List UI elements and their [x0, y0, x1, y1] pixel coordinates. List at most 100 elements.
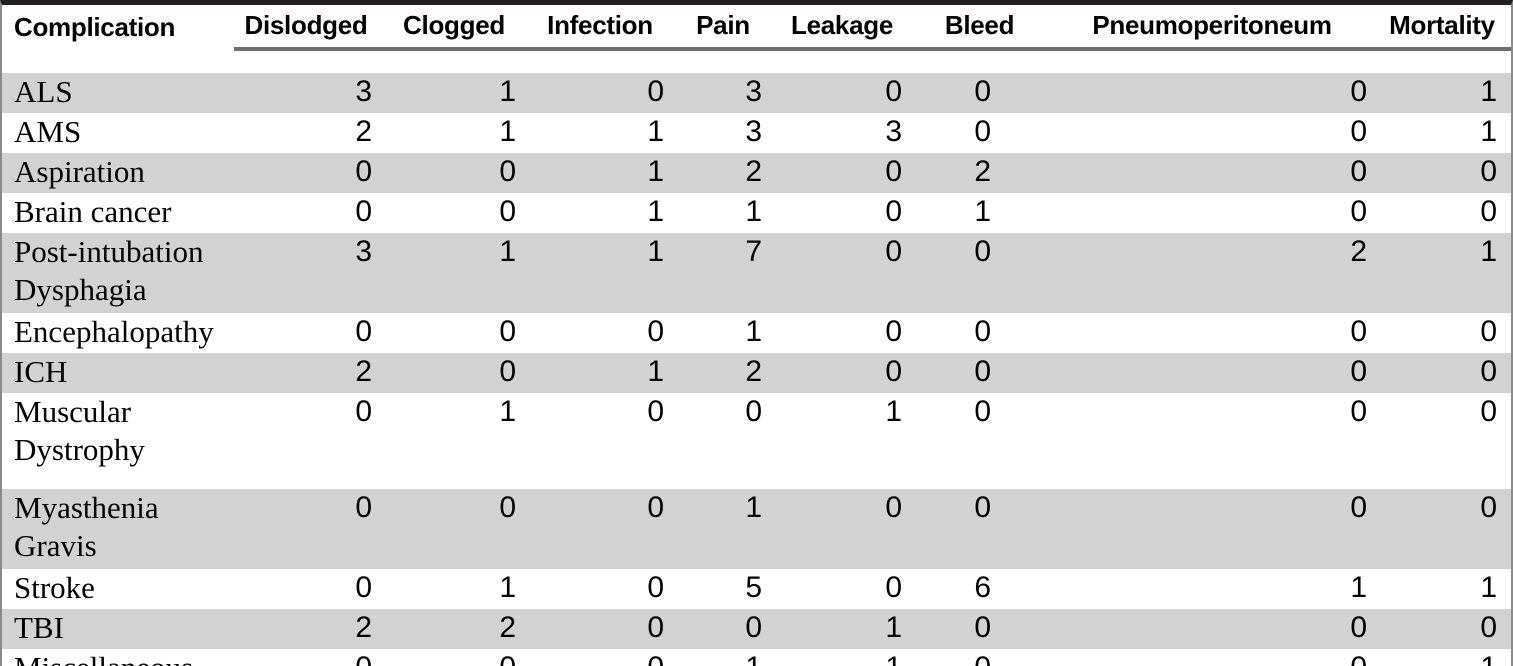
data-cell: 0 [234, 153, 386, 193]
row-label-line: Dysphagia [14, 272, 147, 307]
row-label-line: Miscellaneous [14, 649, 234, 666]
data-cell: 0 [530, 569, 678, 609]
column-header-pain: Pain [678, 5, 776, 51]
data-cell: 1 [530, 233, 678, 313]
table-row: AMS 2 1 1 3 3 0 0 1 [2, 113, 1511, 153]
data-cell: 0 [916, 313, 1051, 353]
data-cell: 0 [1051, 73, 1381, 113]
data-cell: 2 [1051, 233, 1381, 313]
data-cell: 0 [386, 313, 530, 353]
row-label-cell: Aspiration [2, 153, 234, 193]
data-cell: 0 [776, 313, 916, 353]
column-header-bleed: Bleed [916, 5, 1051, 51]
table-row: Post-intubation Dysphagia 3 1 1 7 0 0 2 1 [2, 233, 1511, 313]
column-header-pneumoperitoneum: Pneumoperitoneum [1051, 5, 1381, 51]
data-cell: 5 [678, 569, 776, 609]
table-row: Aspiration 0 0 1 2 0 2 0 0 [2, 153, 1511, 193]
data-cell: 1 [1381, 233, 1511, 313]
data-cell: 0 [916, 393, 1051, 489]
data-cell: 0 [776, 353, 916, 393]
data-cell: 0 [916, 233, 1051, 313]
data-cell: 3 [234, 233, 386, 313]
data-cell: 1 [1051, 569, 1381, 609]
column-header-leakage: Leakage [776, 5, 916, 51]
data-cell: 2 [916, 153, 1051, 193]
data-cell: 2 [234, 353, 386, 393]
data-cell: 1 [386, 73, 530, 113]
data-cell: 0 [234, 313, 386, 353]
data-cell: 0 [386, 489, 530, 569]
data-cell: 1 [678, 649, 776, 666]
data-cell: 0 [776, 233, 916, 313]
data-cell: 1 [1381, 73, 1511, 113]
row-label-cell: Post-intubation Dysphagia [2, 233, 234, 313]
data-cell: 1 [530, 193, 678, 233]
data-cell: 0 [1051, 313, 1381, 353]
complications-table: Complication Dislodged Clogged Infection… [2, 5, 1511, 666]
row-label-cell: Miscellaneous [2, 649, 234, 666]
row-label-line: Stroke [14, 570, 95, 605]
data-cell: 0 [386, 193, 530, 233]
data-cell: 0 [916, 649, 1051, 666]
data-cell: 0 [776, 193, 916, 233]
data-cell: 0 [916, 113, 1051, 153]
column-header-leakage-label: Leakage [776, 5, 916, 51]
data-cell: 0 [916, 353, 1051, 393]
data-cell: 0 [776, 153, 916, 193]
header-row: Complication Dislodged Clogged Infection… [2, 5, 1511, 51]
data-cell: 2 [234, 609, 386, 649]
row-label-line: AMS [14, 114, 82, 149]
data-cell: 1 [678, 313, 776, 353]
table-body: ALS 3 1 0 3 0 0 0 1 AMS 2 1 1 3 3 0 0 1 Aspiration 0 0 1 2 0 2 0 0… [2, 73, 1511, 666]
table-row: Encephalopathy 0 0 0 1 0 0 0 0 [2, 313, 1511, 353]
data-cell: 3 [678, 73, 776, 113]
table-row: Muscular Dystrophy 0 1 0 0 1 0 0 0 [2, 393, 1511, 489]
row-label-line: Encephalopathy [14, 314, 214, 349]
column-header-clogged: Clogged [386, 5, 530, 51]
data-cell: 1 [386, 113, 530, 153]
data-cell: 1 [678, 489, 776, 569]
data-cell: 0 [776, 489, 916, 569]
column-header-dislodged: Dislodged [234, 5, 386, 51]
data-cell: 0 [1051, 153, 1381, 193]
column-header-infection: Infection [530, 5, 678, 51]
data-cell: 0 [776, 569, 916, 609]
data-cell: 1 [530, 353, 678, 393]
data-cell: 0 [530, 73, 678, 113]
data-cell: 0 [234, 393, 386, 489]
column-header-mortality: Mortality [1381, 5, 1511, 51]
data-cell: 1 [1381, 649, 1511, 666]
data-cell: 0 [530, 609, 678, 649]
data-cell: 0 [234, 649, 386, 666]
data-cell: 1 [776, 393, 916, 489]
column-header-pain-label: Pain [678, 5, 776, 51]
row-label-cell: ALS [2, 73, 234, 113]
column-header-clogged-label: Clogged [386, 5, 530, 51]
header-spacer-row [2, 51, 1511, 73]
data-cell: 0 [1381, 489, 1511, 569]
data-cell: 3 [776, 113, 916, 153]
row-label-cell: Brain cancer [2, 193, 234, 233]
row-label-line: ALS [14, 74, 73, 109]
data-cell: 2 [678, 353, 776, 393]
row-label-line: Brain cancer [14, 194, 172, 229]
data-cell: 2 [234, 113, 386, 153]
header-spacer-cell [2, 51, 1511, 73]
data-cell: 1 [386, 393, 530, 489]
column-header-complication: Complication [2, 5, 234, 51]
data-cell: 0 [1051, 649, 1381, 666]
row-label-line: Post-intubation [14, 234, 204, 269]
data-cell: 0 [1381, 193, 1511, 233]
data-cell: 0 [530, 649, 678, 666]
data-cell: 0 [678, 609, 776, 649]
data-cell: 0 [386, 649, 530, 666]
data-cell: 1 [1381, 113, 1511, 153]
data-cell: 1 [776, 609, 916, 649]
data-cell: 0 [916, 609, 1051, 649]
data-cell: 0 [916, 489, 1051, 569]
row-label-line: Gravis [14, 528, 97, 563]
data-cell: 0 [1051, 393, 1381, 489]
data-cell: 0 [1381, 609, 1511, 649]
data-cell: 0 [1381, 313, 1511, 353]
data-cell: 0 [234, 569, 386, 609]
